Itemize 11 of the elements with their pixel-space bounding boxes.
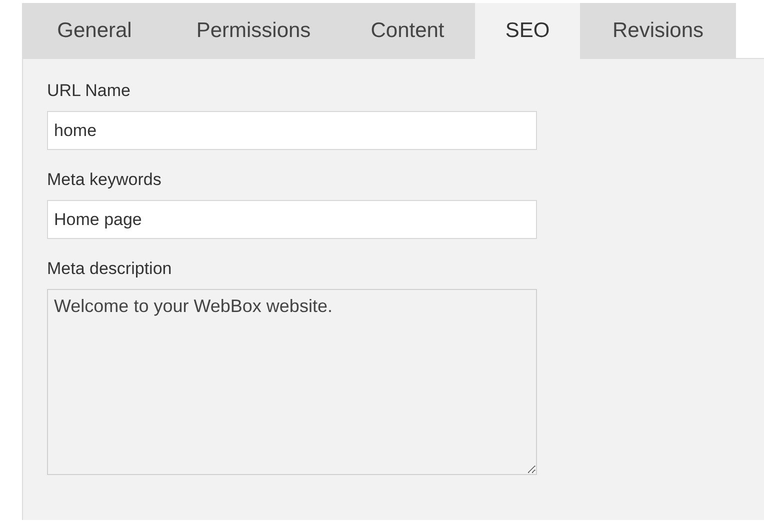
text-field[interactable]: home xyxy=(47,111,537,150)
text-field[interactable]: Home page xyxy=(47,200,537,239)
text-area[interactable]: Welcome to your WebBox website. xyxy=(47,289,537,475)
field-label: URL Name xyxy=(47,81,130,101)
tab[interactable]: Permissions xyxy=(167,3,340,59)
tab[interactable]: SEO xyxy=(475,3,580,59)
field-label: Meta keywords xyxy=(47,170,162,190)
tab[interactable]: Revisions xyxy=(580,3,736,59)
tab[interactable]: General xyxy=(22,3,167,59)
field-label: Meta description xyxy=(47,259,172,279)
tab[interactable]: Content xyxy=(340,3,475,59)
